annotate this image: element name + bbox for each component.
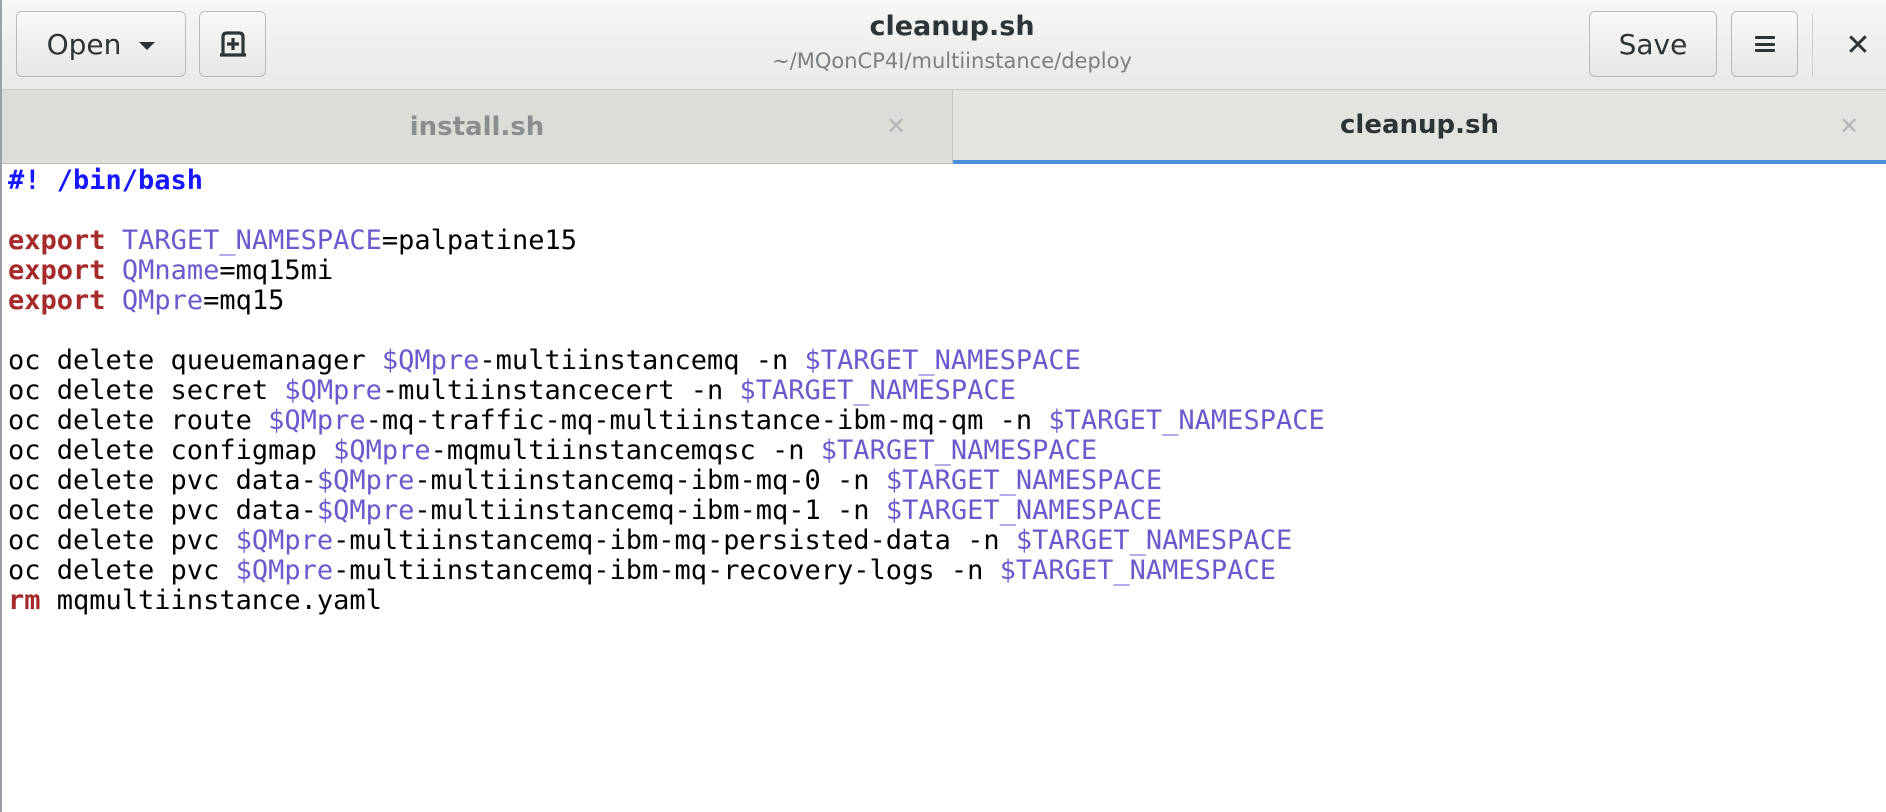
open-button[interactable]: Open (16, 11, 186, 77)
code-token-plain: -mqmultiinstancemqsc -n (430, 435, 821, 466)
code-token-var: $QMpre (333, 435, 431, 466)
code-token-var: QMpre (121, 285, 204, 316)
code-token-plain: oc delete pvc data- (8, 495, 317, 526)
code-token-var: $TARGET_NAMESPACE (885, 495, 1163, 526)
new-document-button[interactable] (199, 11, 266, 77)
header-bar: Open cleanup.sh ~/MQonCP4I/multiinstance… (2, 0, 1886, 90)
code-line: export QMname=mq15mi (8, 256, 1878, 286)
code-line: oc delete pvc data-$QMpre-multiinstancem… (8, 466, 1878, 496)
code-token-plain: -multiinstancemq-ibm-mq-persisted-data -… (333, 525, 1016, 556)
close-icon[interactable]: ✕ (880, 110, 912, 142)
code-line: oc delete pvc $QMpre-multiinstancemq-ibm… (8, 526, 1878, 556)
window-title-block: cleanup.sh ~/MQonCP4I/multiinstance/depl… (602, 8, 1302, 80)
code-line: oc delete queuemanager $QMpre-multiinsta… (8, 346, 1878, 376)
header-separator (1812, 14, 1813, 76)
close-icon: ✕ (1845, 27, 1871, 63)
code-token-plain: mqmultiinstance.yaml (40, 585, 382, 616)
code-token-plain: -mq-traffic-mq-multiinstance-ibm-mq-qm -… (365, 405, 1049, 436)
code-token-var: $QMpre (235, 555, 334, 586)
code-token-plain: oc delete route (8, 405, 269, 436)
code-token-var: $QMpre (268, 405, 366, 436)
close-window-button[interactable]: ✕ (1830, 20, 1886, 70)
code-token-plain: oc delete configmap (8, 435, 334, 466)
code-token-plain: -multiinstancemq-ibm-mq-0 -n (414, 465, 886, 496)
tab-label: cleanup.sh (1340, 110, 1499, 140)
close-icon[interactable]: ✕ (1833, 110, 1865, 142)
gedit-window: Open cleanup.sh ~/MQonCP4I/multiinstance… (0, 0, 1886, 812)
code-token-kw: rm (8, 585, 41, 616)
code-token-var: $TARGET_NAMESPACE (999, 555, 1276, 586)
code-token-plain: =mq15mi (219, 255, 334, 286)
code-token-plain: -multiinstancemq-ibm-mq-recovery-logs -n (333, 555, 1000, 586)
hamburger-menu-icon (1754, 36, 1775, 52)
tab-label: install.sh (409, 112, 545, 142)
tab-bar: install.sh ✕ cleanup.sh ✕ (2, 90, 1886, 164)
open-button-label: Open (46, 27, 122, 61)
code-token-plain: -multiinstancemq -n (479, 345, 805, 376)
code-token-plain: oc delete pvc (8, 555, 236, 586)
code-token-var: $TARGET_NAMESPACE (820, 435, 1098, 466)
code-token-var: $TARGET_NAMESPACE (1048, 405, 1325, 436)
code-token-shebang: #! /bin/bash (8, 165, 204, 196)
code-token-var: $TARGET_NAMESPACE (739, 375, 1016, 406)
menu-button[interactable] (1731, 11, 1798, 77)
code-token-var: TARGET_NAMESPACE (121, 225, 382, 256)
save-button[interactable]: Save (1589, 11, 1717, 77)
code-line: oc delete pvc $QMpre-multiinstancemq-ibm… (8, 556, 1878, 586)
code-token-var: $TARGET_NAMESPACE (804, 345, 1081, 376)
code-line: export TARGET_NAMESPACE=palpatine15 (8, 226, 1878, 256)
tab-install-sh[interactable]: install.sh ✕ (2, 90, 953, 164)
code-token-var: $QMpre (316, 465, 415, 496)
code-line: oc delete secret $QMpre-multiinstancecer… (8, 376, 1878, 406)
code-token-plain: oc delete secret (8, 375, 285, 406)
code-line: #! /bin/bash (8, 166, 1878, 196)
code-token-var: $QMpre (381, 345, 480, 376)
code-token-plain: =mq15 (203, 285, 285, 316)
code-line: oc delete configmap $QMpre-mqmultiinstan… (8, 436, 1878, 466)
code-line: oc delete route $QMpre-mq-traffic-mq-mul… (8, 406, 1878, 436)
window-title: cleanup.sh (869, 11, 1035, 42)
code-token-plain: oc delete pvc (8, 525, 236, 556)
code-token-plain: -multiinstancecert -n (381, 375, 740, 406)
code-token-kw: export (8, 225, 106, 256)
text-editor[interactable]: #! /bin/bash export TARGET_NAMESPACE=palp… (8, 166, 1878, 806)
save-button-label: Save (1618, 27, 1688, 61)
code-token-var: QMname (121, 255, 220, 286)
code-token-plain: oc delete pvc data- (8, 465, 317, 496)
code-line: rm mqmultiinstance.yaml (8, 586, 1878, 616)
code-token-plain: oc delete queuemanager (8, 345, 382, 376)
code-token-var: $QMpre (284, 375, 382, 406)
window-subtitle-path: ~/MQonCP4I/multiinstance/deploy (772, 49, 1132, 73)
code-token-plain: =palpatine15 (381, 225, 577, 256)
tab-cleanup-sh[interactable]: cleanup.sh ✕ (953, 90, 1886, 164)
code-line: oc delete pvc data-$QMpre-multiinstancem… (8, 496, 1878, 526)
code-token-var: $QMpre (316, 495, 415, 526)
chevron-down-icon (139, 41, 156, 50)
code-token-var: $TARGET_NAMESPACE (885, 465, 1163, 496)
code-token-kw: export (8, 285, 106, 316)
new-document-icon (219, 31, 246, 57)
code-token-kw: export (8, 255, 106, 286)
code-line: export QMpre=mq15 (8, 286, 1878, 316)
code-token-var: $QMpre (235, 525, 334, 556)
code-token-plain: -multiinstancemq-ibm-mq-1 -n (414, 495, 886, 526)
code-token-var: $TARGET_NAMESPACE (1015, 525, 1293, 556)
